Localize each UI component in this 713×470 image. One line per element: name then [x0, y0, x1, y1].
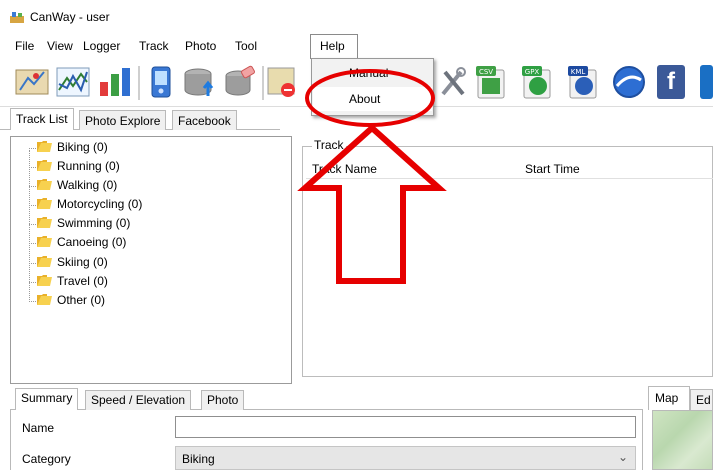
- tree-item-walking[interactable]: Walking (0): [37, 178, 117, 197]
- folder-icon: [37, 179, 52, 190]
- tree-item-label: Travel (0): [57, 274, 108, 288]
- folder-icon: [37, 141, 52, 152]
- category-value: Biking: [182, 452, 215, 466]
- menu-file[interactable]: File: [15, 39, 34, 53]
- map-remove-icon[interactable]: [266, 64, 296, 100]
- name-input[interactable]: [175, 416, 636, 438]
- track-group-box: [302, 146, 713, 377]
- tree-item-other[interactable]: Other (0): [37, 293, 105, 312]
- tree-item-label: Running (0): [57, 159, 120, 173]
- folder-icon: [37, 294, 52, 305]
- toolbar-overflow-icon[interactable]: [700, 65, 713, 99]
- folder-icon: [37, 275, 52, 286]
- tree-branch: [29, 186, 36, 187]
- tree-item-swimming[interactable]: Swimming (0): [37, 216, 130, 235]
- folder-icon: [37, 217, 52, 228]
- tree-item-travel[interactable]: Travel (0): [37, 274, 108, 293]
- tab-summary[interactable]: Summary: [15, 388, 79, 410]
- folder-icon: [37, 160, 52, 171]
- menu-view[interactable]: View: [47, 39, 73, 53]
- tree-item-canoeing[interactable]: Canoeing (0): [37, 235, 126, 254]
- folder-icon: [37, 198, 52, 209]
- tree-item-running[interactable]: Running (0): [37, 159, 120, 178]
- track-group-label: Track: [312, 138, 346, 152]
- gpx-export-icon[interactable]: GPX: [520, 64, 556, 100]
- tree-branch: [29, 205, 36, 206]
- tree-item-motorcycling[interactable]: Motorcycling (0): [37, 197, 142, 216]
- tree-branch: [29, 243, 36, 244]
- map-view[interactable]: [652, 410, 713, 470]
- tree-branch: [29, 148, 36, 149]
- chevron-down-icon[interactable]: ⌄: [618, 450, 628, 464]
- csv-badge-text: CSV: [479, 68, 493, 76]
- menu-track[interactable]: Track: [139, 39, 169, 53]
- database-clear-icon[interactable]: [222, 64, 258, 100]
- help-menu-about[interactable]: About: [349, 92, 380, 106]
- tree-item-biking[interactable]: Biking (0): [37, 140, 108, 159]
- menu-logger[interactable]: Logger: [83, 39, 120, 53]
- gps-device-icon[interactable]: [143, 64, 179, 100]
- tree-item-skiing[interactable]: Skiing (0): [37, 255, 108, 274]
- menu-help[interactable]: Help: [320, 39, 345, 53]
- kml-export-icon[interactable]: KML: [566, 64, 602, 100]
- tree-connector: [29, 150, 30, 302]
- tree-item-label: Skiing (0): [57, 255, 108, 269]
- tab-track-list[interactable]: Track List: [10, 108, 74, 130]
- toolbar-separator: [262, 66, 264, 100]
- tab-photo-explore[interactable]: Photo Explore: [79, 110, 167, 130]
- menu-tool[interactable]: Tool: [235, 39, 257, 53]
- window-title: CanWay - user: [30, 10, 110, 24]
- tree-item-label: Swimming (0): [57, 216, 131, 230]
- tree-branch: [29, 224, 36, 225]
- tab-map[interactable]: Map: [648, 386, 690, 410]
- tree-branch: [29, 282, 36, 283]
- tree-branch: [29, 167, 36, 168]
- tab-facebook[interactable]: Facebook: [172, 110, 237, 130]
- toolbar-separator: [138, 66, 140, 100]
- tree-item-label: Biking (0): [57, 140, 108, 154]
- name-label: Name: [22, 421, 55, 435]
- gpx-badge-text: GPX: [525, 68, 540, 76]
- kml-badge-text: KML: [571, 68, 586, 76]
- tab-photo[interactable]: Photo: [201, 390, 245, 410]
- tree-branch: [29, 263, 36, 264]
- tree-item-label: Canoeing (0): [57, 235, 127, 249]
- database-upload-icon[interactable]: [182, 64, 218, 100]
- category-label: Category: [22, 452, 71, 466]
- column-header-start-time[interactable]: Start Time: [525, 162, 580, 176]
- tab-speed-elevation[interactable]: Speed / Elevation: [85, 390, 192, 410]
- category-select[interactable]: Biking: [175, 446, 636, 470]
- column-header-track-name[interactable]: Track Name: [312, 162, 377, 176]
- facebook-icon[interactable]: f: [657, 65, 685, 99]
- folder-icon: [37, 236, 52, 247]
- tree-item-label: Walking (0): [57, 178, 118, 192]
- help-menu-manual[interactable]: Manual: [349, 66, 388, 80]
- map-view-icon[interactable]: [14, 64, 50, 100]
- google-earth-icon[interactable]: [611, 64, 647, 100]
- folder-icon: [37, 256, 52, 267]
- menu-photo[interactable]: Photo: [185, 39, 216, 53]
- bar-chart-icon[interactable]: [97, 64, 133, 100]
- tree-branch: [29, 301, 36, 302]
- chart-icon[interactable]: [55, 64, 91, 100]
- tools-icon[interactable]: [437, 64, 469, 100]
- tab-ed[interactable]: Ed: [690, 389, 713, 410]
- tree-item-label: Motorcycling (0): [57, 197, 143, 211]
- app-logo-icon: [10, 12, 24, 23]
- tree-item-label: Other (0): [57, 293, 106, 307]
- csv-export-icon[interactable]: CSV: [474, 64, 510, 100]
